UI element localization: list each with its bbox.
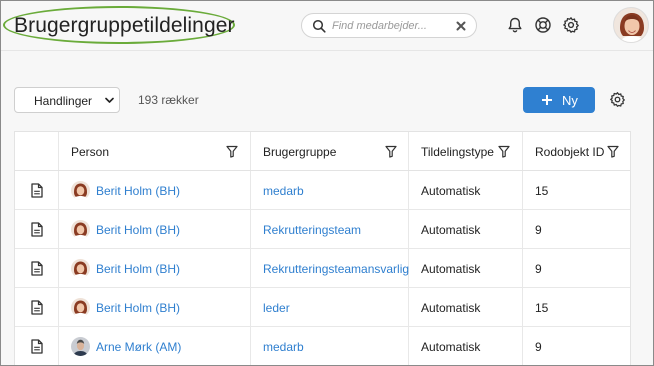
actions-dropdown-button[interactable]: Handlinger (14, 87, 120, 113)
filter-icon[interactable] (226, 145, 238, 158)
filter-icon[interactable] (385, 145, 397, 158)
person-link[interactable]: Arne Mørk (AM) (96, 340, 181, 354)
avatar (71, 337, 90, 356)
document-icon[interactable] (31, 261, 43, 276)
user-avatar[interactable] (613, 7, 649, 43)
usergroup-link[interactable]: leder (263, 301, 290, 315)
table-row[interactable]: Berit Holm (BH) Rekrutteringsteam Automa… (15, 210, 630, 249)
column-header-assignment-type[interactable]: Tildelingstype (421, 145, 494, 159)
chevron-down-icon (105, 97, 114, 103)
assignment-type: Automatisk (421, 184, 481, 198)
table-row[interactable]: Berit Holm (BH) leder Automatisk 15 (15, 288, 630, 327)
usergroup-link[interactable]: Rekrutteringsteamansvarlig (263, 262, 409, 276)
gear-icon[interactable] (562, 16, 580, 34)
person-link[interactable]: Berit Holm (BH) (96, 262, 180, 276)
bell-icon[interactable] (506, 16, 524, 34)
new-button-label: Ny (562, 93, 578, 108)
usergroup-link[interactable]: medarb (263, 340, 304, 354)
root-object-id: 9 (535, 340, 542, 354)
avatar (71, 220, 90, 239)
clear-search-icon[interactable] (455, 20, 467, 32)
app-window: Brugergruppetildelinger Find medarbejder… (0, 0, 654, 366)
assignment-type: Automatisk (421, 223, 481, 237)
avatar (71, 259, 90, 278)
top-header: Brugergruppetildelinger (1, 1, 653, 51)
new-button[interactable]: Ny (523, 87, 595, 113)
column-header-root-object-id[interactable]: Rodobjekt ID (535, 145, 604, 159)
search-icon (312, 19, 326, 33)
assignment-type: Automatisk (421, 340, 481, 354)
person-link[interactable]: Berit Holm (BH) (96, 184, 180, 198)
table-row[interactable]: Berit Holm (BH) Rekrutteringsteamansvarl… (15, 249, 630, 288)
root-object-id: 9 (535, 262, 542, 276)
column-header-person[interactable]: Person (71, 145, 109, 159)
table-header: Person Brugergruppe Tildelingstype Rodob… (15, 132, 630, 171)
avatar (71, 181, 90, 200)
table-settings-gear-icon[interactable] (609, 91, 626, 108)
assignment-type: Automatisk (421, 301, 481, 315)
table-row[interactable]: Berit Holm (BH) medarb Automatisk 15 (15, 171, 630, 210)
user-avatar-photo (614, 8, 648, 42)
root-object-id: 15 (535, 301, 549, 315)
filter-icon[interactable] (498, 145, 510, 158)
assignments-table: Person Brugergruppe Tildelingstype Rodob… (14, 131, 631, 365)
document-icon[interactable] (31, 300, 43, 315)
person-link[interactable]: Berit Holm (BH) (96, 301, 180, 315)
actions-label: Handlinger (34, 94, 93, 108)
document-icon[interactable] (31, 222, 43, 237)
root-object-id: 9 (535, 223, 542, 237)
column-header-usergroup[interactable]: Brugergruppe (263, 145, 336, 159)
usergroup-link[interactable]: Rekrutteringsteam (263, 223, 361, 237)
row-count: 193 rækker (138, 93, 199, 107)
document-icon[interactable] (31, 339, 43, 354)
table-row[interactable]: Arne Mørk (AM) medarb Automatisk 9 (15, 327, 630, 365)
plus-icon (542, 95, 552, 105)
usergroup-link[interactable]: medarb (263, 184, 304, 198)
avatar (71, 298, 90, 317)
employee-search[interactable] (301, 13, 477, 38)
assignment-type: Automatisk (421, 262, 481, 276)
document-icon[interactable] (31, 183, 43, 198)
search-input[interactable] (332, 18, 450, 34)
page-title: Brugergruppetildelinger (14, 14, 235, 37)
help-lifebuoy-icon[interactable] (534, 16, 552, 34)
root-object-id: 15 (535, 184, 549, 198)
filter-icon[interactable] (607, 145, 619, 158)
person-link[interactable]: Berit Holm (BH) (96, 223, 180, 237)
